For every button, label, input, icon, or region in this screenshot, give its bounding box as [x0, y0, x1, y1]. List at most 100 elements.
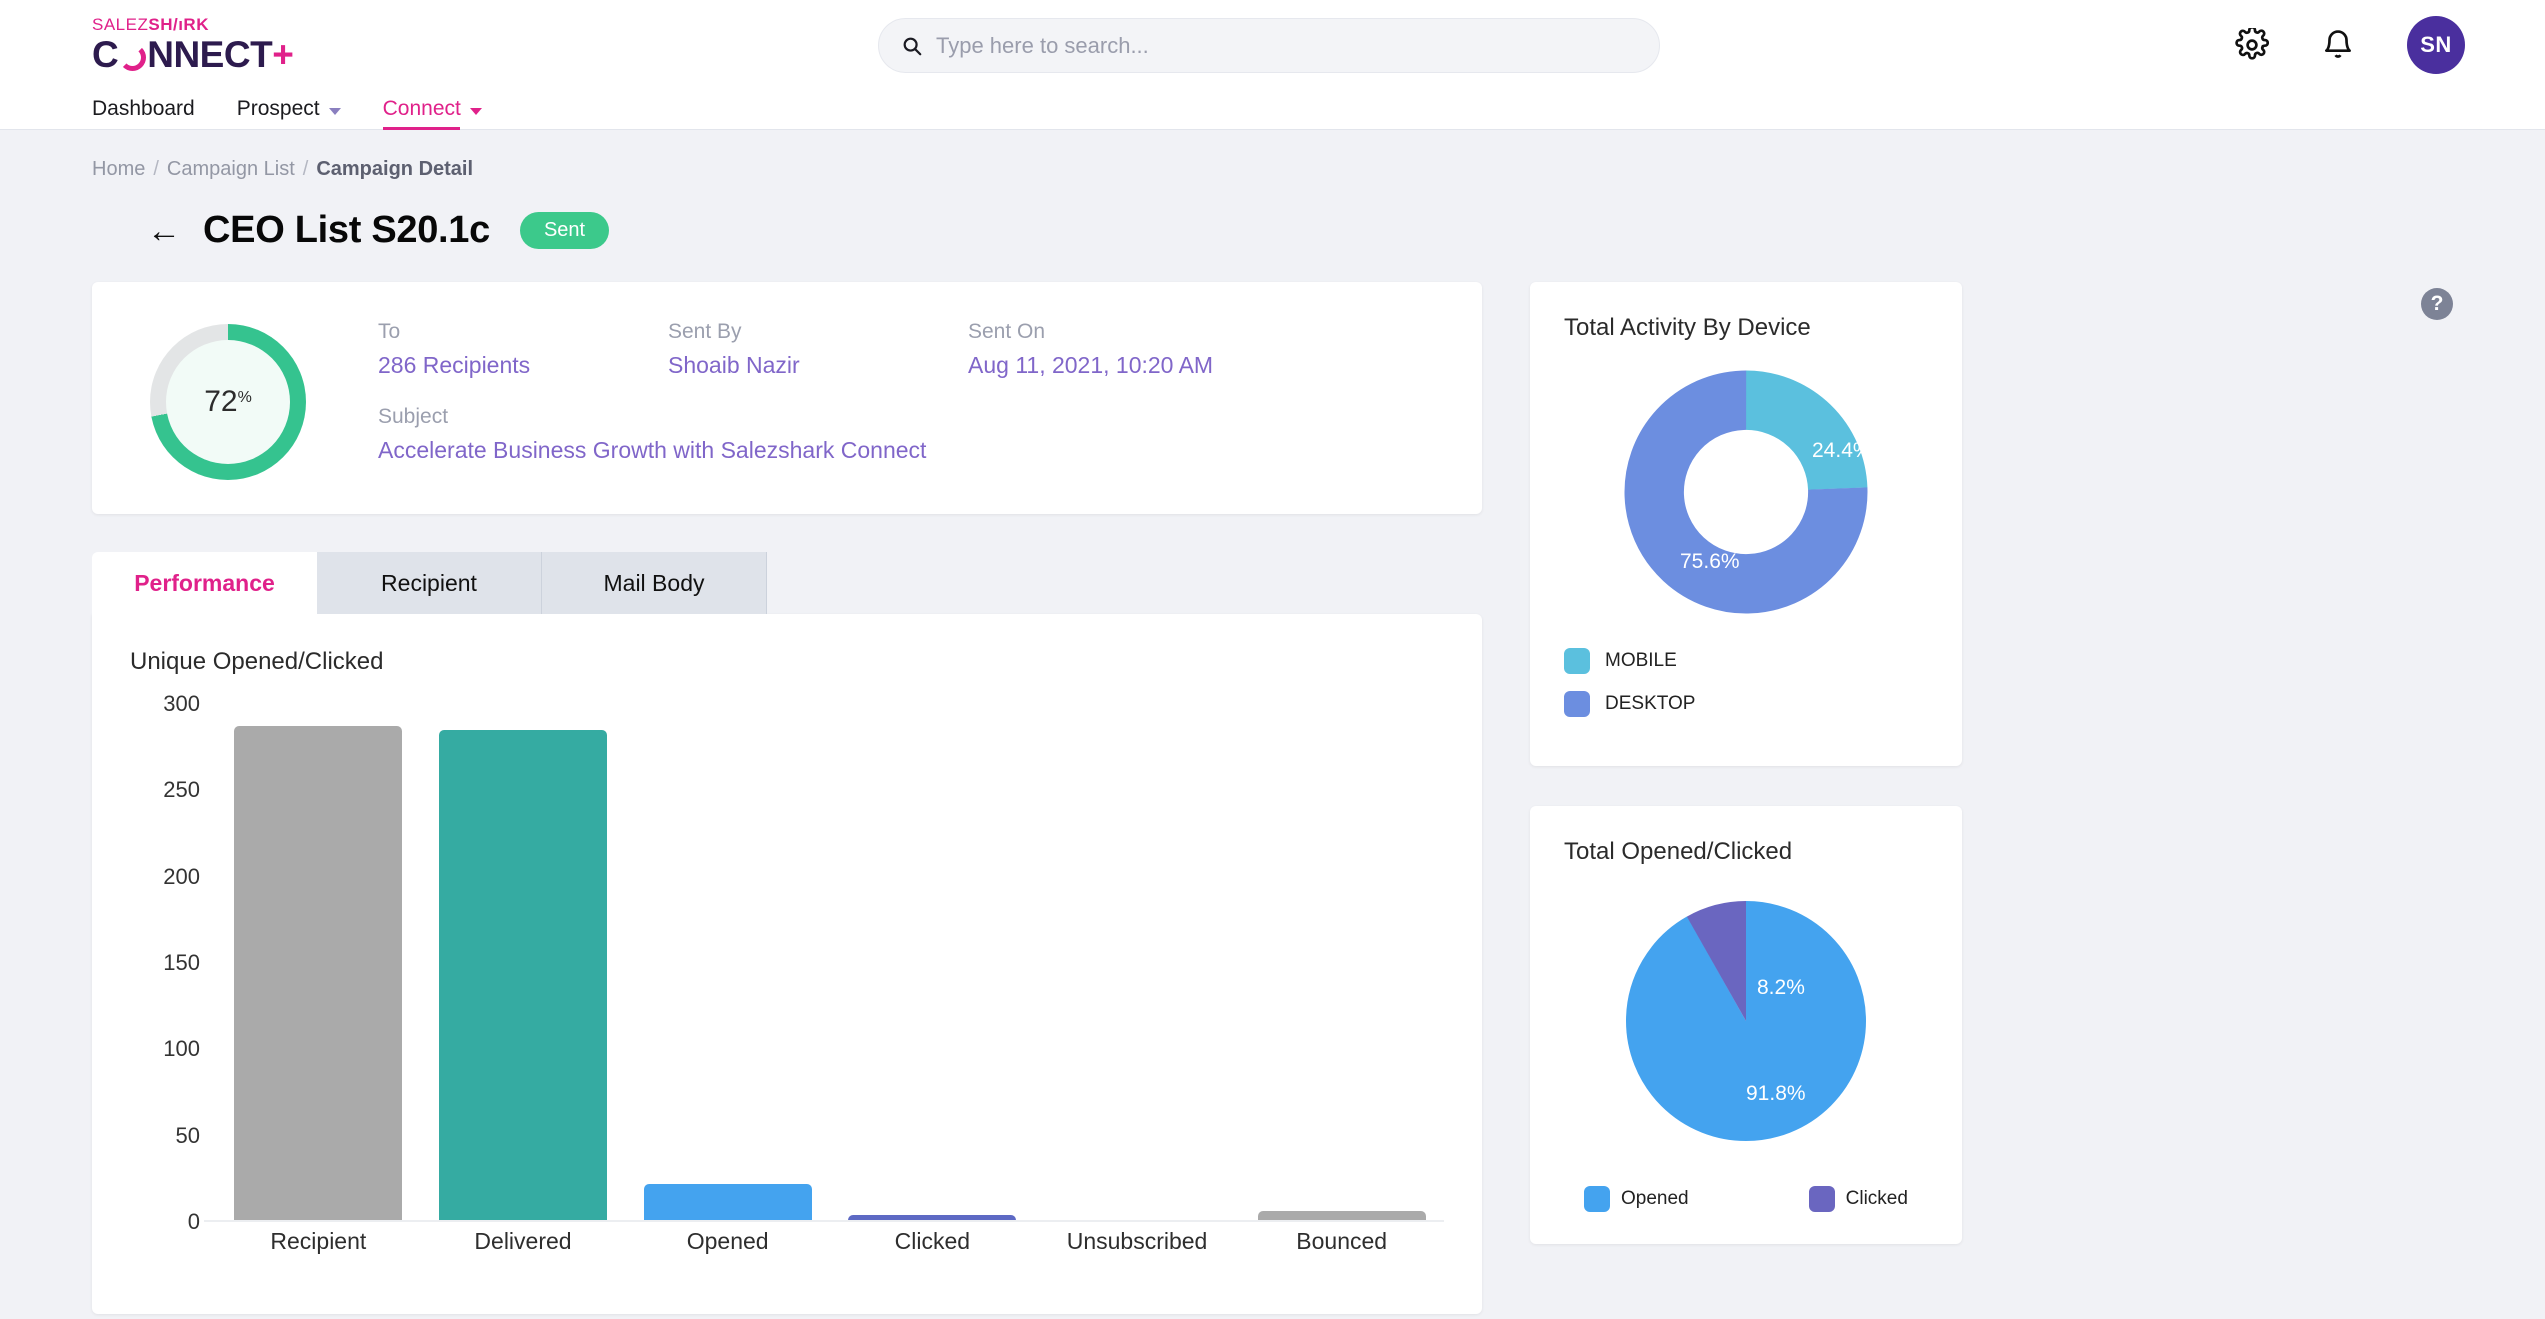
- bar-series: [216, 704, 1444, 1220]
- y-tick-label: 200: [163, 863, 200, 889]
- logo-connect-rest: NNECT: [147, 33, 273, 75]
- chevron-down-icon: [469, 107, 482, 115]
- bar-slot: [216, 704, 421, 1220]
- legend-item-mobile[interactable]: MOBILE: [1564, 648, 1928, 674]
- y-tick-label: 100: [163, 1036, 200, 1062]
- device-donut-svg: [1624, 370, 1868, 614]
- nav-item-connect[interactable]: Connect: [382, 97, 482, 130]
- plot-area: [204, 704, 1444, 1222]
- bar-slot: [1239, 704, 1444, 1220]
- open-rate-donut: 72%: [150, 324, 306, 480]
- bar-delivered[interactable]: [439, 729, 607, 1220]
- field-subject: Subject Accelerate Business Growth with …: [378, 405, 1442, 464]
- bar-slot: [421, 704, 626, 1220]
- app-logo[interactable]: SALEZSH/ıRK C NNECT +: [92, 16, 322, 75]
- bar-slot: [830, 704, 1035, 1220]
- breadcrumb-separator: /: [153, 158, 159, 180]
- chart-title: Unique Opened/Clicked: [130, 648, 384, 675]
- logo-plus: +: [272, 33, 294, 75]
- bar-chart: 300 250 200 150 100 50 0 Recipient Delivered Ope…: [130, 691, 1444, 1264]
- campaign-fields: To 286 Recipients Sent By Shoaib Nazir S…: [378, 316, 1442, 480]
- logo-shark-text: SH/ıRK: [148, 14, 209, 34]
- field-sent-by-value: Shoaib Nazir: [668, 352, 800, 378]
- tab-performance[interactable]: Performance: [92, 552, 317, 614]
- bar-bounced[interactable]: [1257, 1211, 1426, 1220]
- breadcrumb-item-home[interactable]: Home: [92, 158, 145, 181]
- left-column: 72% To 286 Recipients Sent By Shoaib Naz…: [92, 282, 1482, 1314]
- legend-label-desktop: DESKTOP: [1605, 693, 1696, 714]
- logo-salez-text: SALEZ: [92, 14, 149, 34]
- x-label-bounced: Bounced: [1296, 1228, 1388, 1254]
- field-to-label: To: [378, 320, 401, 343]
- breadcrumb-separator: /: [302, 158, 309, 180]
- breadcrumb-item-campaign-list[interactable]: Campaign List: [167, 158, 295, 181]
- x-label-opened: Opened: [686, 1228, 769, 1254]
- field-to-value[interactable]: 286 Recipients: [378, 352, 668, 379]
- bell-icon[interactable]: [2321, 28, 2355, 62]
- breadcrumb: Home / Campaign List / Campaign Detail: [92, 130, 2453, 181]
- gear-icon[interactable]: [2235, 28, 2269, 62]
- bar-slot: [625, 704, 830, 1220]
- tab-recipient[interactable]: Recipient: [317, 552, 542, 614]
- device-legend: MOBILE DESKTOP: [1564, 648, 1928, 717]
- bar-recipient[interactable]: [234, 726, 403, 1220]
- nav-label-prospect: Prospect: [236, 97, 320, 120]
- legend-item-opened[interactable]: Opened: [1584, 1186, 1689, 1212]
- search-box[interactable]: [878, 18, 1660, 73]
- field-sent-by: Sent By Shoaib Nazir: [668, 320, 968, 379]
- legend-item-desktop[interactable]: DESKTOP: [1564, 691, 1928, 717]
- device-chart-title: Total Activity By Device: [1564, 314, 1811, 341]
- tab-mail-body[interactable]: Mail Body: [542, 552, 767, 614]
- x-label-unsubscribed: Unsubscribed: [1066, 1228, 1208, 1254]
- right-column: Total Activity By Device 24.4% 75.6% MOB…: [1530, 282, 1962, 1314]
- avatar[interactable]: SN: [2407, 16, 2465, 74]
- arrow-left-icon[interactable]: ←: [147, 214, 181, 248]
- breadcrumb-item-campaign-detail: Campaign Detail: [316, 158, 474, 180]
- topbar-actions: SN: [2235, 0, 2465, 90]
- device-donut-chart: 24.4% 75.6%: [1564, 342, 1928, 642]
- y-axis: 300 250 200 150 100 50 0: [130, 691, 200, 1264]
- nav-label-connect: Connect: [382, 97, 461, 120]
- field-sent-on-value: Aug 11, 2021, 10:20 AM: [968, 352, 1214, 378]
- bar-slot: [1035, 704, 1240, 1220]
- open-rate-number: 72: [204, 385, 238, 418]
- main-nav: Dashboard Prospect Connect: [0, 90, 2545, 130]
- pie-svg: [1626, 901, 1866, 1141]
- nav-label-dashboard: Dashboard: [92, 97, 195, 120]
- field-sent-by-label: Sent By: [668, 320, 742, 343]
- legend-swatch-clicked: [1808, 1186, 1835, 1212]
- logo-wordmark-connect: C NNECT +: [92, 33, 322, 75]
- top-bar: SALEZSH/ıRK C NNECT+ SN: [0, 0, 2545, 90]
- status-badge: Sent: [519, 212, 610, 249]
- opened-clicked-chart-title: Total Opened/Clicked: [1564, 838, 1793, 865]
- y-tick-label: 50: [175, 1122, 200, 1148]
- y-tick-label: 250: [163, 777, 200, 803]
- open-rate-suffix: %: [237, 389, 252, 406]
- chevron-down-icon: [328, 107, 341, 115]
- open-rate-ring: 72%: [150, 324, 306, 480]
- bar-opened[interactable]: [643, 1183, 812, 1220]
- legend-item-clicked[interactable]: Clicked: [1808, 1186, 1908, 1212]
- global-search[interactable]: [878, 18, 1660, 73]
- open-rate-value: 72%: [204, 385, 252, 419]
- legend-label-clicked: Clicked: [1845, 1188, 1908, 1209]
- nav-item-dashboard[interactable]: Dashboard: [92, 97, 195, 129]
- y-tick-label: 0: [187, 1209, 200, 1234]
- opened-clicked-legend: Opened Clicked: [1564, 1186, 1928, 1212]
- search-icon: [903, 37, 922, 55]
- campaign-summary-card: 72% To 286 Recipients Sent By Shoaib Naz…: [92, 282, 1482, 514]
- activity-by-device-card: Total Activity By Device 24.4% 75.6% MOB…: [1530, 282, 1962, 766]
- help-icon[interactable]: ?: [2421, 288, 2453, 320]
- page-header: ← CEO List S20.1c Sent: [147, 209, 2453, 252]
- nav-item-prospect[interactable]: Prospect: [237, 97, 341, 129]
- field-subject-value[interactable]: Accelerate Business Growth with Salezsha…: [378, 437, 1442, 464]
- logo-ring-icon: [119, 43, 147, 71]
- legend-swatch-opened: [1584, 1186, 1610, 1212]
- legend-label-mobile: MOBILE: [1605, 650, 1677, 671]
- logo-wordmark-salezshark: SALEZSH/ıRK: [92, 16, 322, 33]
- detail-tabs: Performance Recipient Mail Body: [92, 552, 1482, 614]
- field-to: To 286 Recipients: [378, 320, 668, 379]
- y-tick-label: 300: [163, 691, 200, 716]
- field-sent-on-label: Sent On: [968, 320, 1046, 343]
- search-input[interactable]: [936, 32, 1637, 59]
